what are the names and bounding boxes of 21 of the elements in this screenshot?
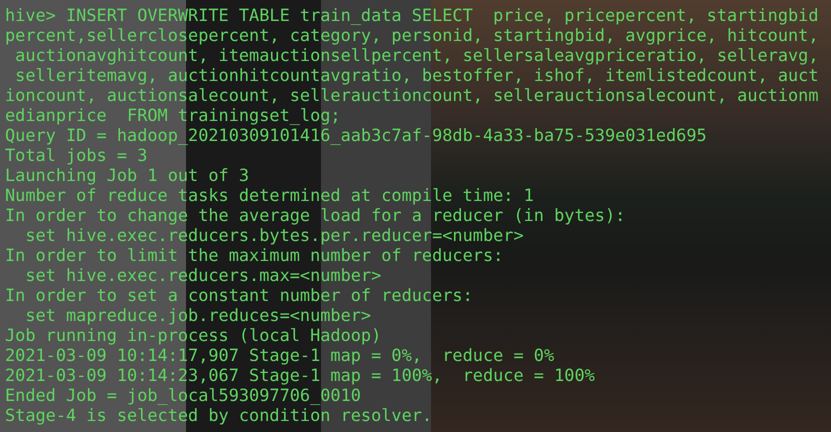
terminal-line: set hive.exec.reducers.max=<number> <box>24 265 382 285</box>
terminal-line: hive> INSERT OVERWRITE TABLE train_data SELECT price, pricepercent, startingbid <box>5 5 819 25</box>
terminal-line: selleritemavg, auctionhitcountavgratio, bestoffer, ishof, itemlistedcount, auct <box>14 65 819 85</box>
terminal-line: edianprice FROM trainingset_log; <box>5 105 341 125</box>
terminal-line: Query ID = hadoop_20210309101416_aab3c7af-98db-4a33-ba75-539e031ed695 <box>5 125 707 145</box>
terminal-line: Stage-4 is selected by condition resolver. <box>5 405 432 425</box>
terminal-line: auctionavghitcount, itemauctionsellpercent, sellersaleavgpriceratio, selleravg, <box>14 45 819 65</box>
terminal-line: Ended Job = job_local593097706_0010 <box>5 385 361 405</box>
terminal-line: ioncount, auctionsalecount, sellerauctioncount, sellerauctionsalecount, auctionm <box>5 85 819 105</box>
terminal-line: set hive.exec.reducers.bytes.per.reducer=<number> <box>24 225 524 245</box>
terminal-line: set mapreduce.job.reduces=<number> <box>24 305 372 325</box>
terminal-line: In order to limit the maximum number of reducers: <box>5 245 504 265</box>
terminal-line: In order to set a constant number of reducers: <box>5 285 473 305</box>
terminal-line: Job running in-process (local Hadoop) <box>5 325 382 345</box>
terminal-line: 2021-03-09 10:14:17,907 Stage-1 map = 0%, reduce = 0% <box>5 345 554 365</box>
terminal-line: Number of reduce tasks determined at compile time: 1 <box>5 185 534 205</box>
terminal-line: Launching Job 1 out of 3 <box>5 165 250 185</box>
terminal-line: In order to change the average load for a reducer (in bytes): <box>5 205 626 225</box>
terminal-line: 2021-03-09 10:14:23,067 Stage-1 map = 100%, reduce = 100% <box>5 365 595 385</box>
terminal-line: Total jobs = 3 <box>5 145 148 165</box>
terminal-line: percent,sellerclosepercent, category, personid, startingbid, avgprice, hitcount, <box>5 25 819 45</box>
